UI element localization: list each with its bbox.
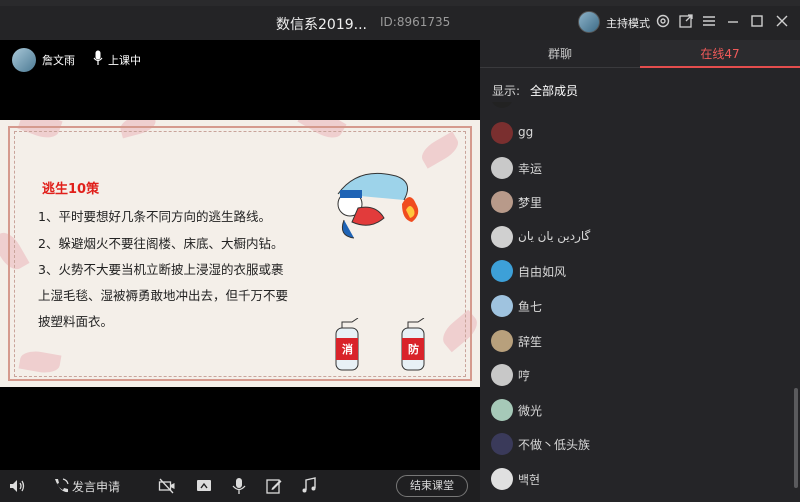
filter-value[interactable]: 全部成员 (530, 84, 578, 98)
speak-request-button[interactable]: 发言申请 (72, 478, 120, 495)
member-name: 微光 (518, 403, 543, 418)
microphone-icon[interactable] (230, 477, 248, 495)
member-filter[interactable]: 显示: 全部成员 (492, 82, 578, 99)
maximize-icon[interactable] (748, 13, 766, 31)
member-list-scrollbar[interactable] (794, 388, 798, 488)
slide-title: 逃生10策 (42, 182, 100, 197)
member-name: 鱼七 (518, 300, 543, 314)
microphone-icon (93, 50, 103, 65)
host-mode-label[interactable]: 主持模式 (606, 15, 650, 31)
member-name: 自由如风 (518, 265, 567, 280)
list-item[interactable]: 梦里 (480, 185, 794, 219)
member-avatar (491, 260, 513, 283)
tab-group-chat[interactable]: 群聊 (480, 40, 640, 68)
edit-icon[interactable] (265, 477, 283, 495)
slide-line: 2、躲避烟火不要往阁楼、床底、大橱内钻。 (38, 236, 284, 251)
phone-icon[interactable] (52, 477, 70, 495)
list-item[interactable]: 辞笙 (480, 324, 794, 358)
window-title: 数信系2019... (276, 17, 367, 33)
extinguisher-label: 防 (408, 343, 419, 356)
presentation-slide: 逃生10策 1、平时要想好几条不同方向的逃生路线。 2、躲避烟火不要往阁楼、床底… (0, 120, 480, 387)
settings-icon[interactable] (654, 13, 672, 31)
screen-share-icon[interactable] (195, 477, 213, 495)
extinguisher-label: 消 (342, 343, 353, 356)
member-avatar (491, 398, 513, 421)
close-icon[interactable] (773, 13, 791, 31)
title-bar: 数信系2019... ID:8961735 主持模式 (0, 6, 800, 40)
volume-icon[interactable] (8, 477, 26, 495)
member-avatar (491, 468, 513, 490)
teacher-avatar (12, 48, 36, 72)
member-avatar (491, 295, 513, 317)
list-item[interactable] (480, 102, 794, 114)
list-item[interactable]: 不做丶低头族 (480, 427, 794, 461)
list-item[interactable]: 哼 (480, 358, 794, 392)
room-id: ID:8961735 (380, 15, 451, 29)
list-item[interactable]: گاردین یان یان (480, 220, 794, 254)
member-avatar (491, 156, 513, 179)
member-avatar (491, 433, 513, 456)
slide-line: 披塑料面衣。 (38, 314, 114, 329)
member-name: 不做丶低头族 (518, 438, 591, 453)
member-name: 辞笙 (518, 334, 543, 349)
member-avatar (491, 191, 513, 214)
list-item[interactable]: 백현 (480, 462, 794, 496)
minimize-icon[interactable] (724, 13, 742, 31)
list-item[interactable]: 自由如风 (480, 254, 794, 288)
popout-icon[interactable] (677, 13, 695, 31)
member-avatar (491, 225, 513, 248)
member-avatar (491, 102, 513, 108)
class-status: 上课中 (108, 54, 141, 67)
list-item[interactable]: gg (480, 116, 794, 150)
member-list: gg 幸运梦里 گاردین یان یان 自由如风鱼七辞笙哼微光不做丶低头族 백현 (480, 102, 794, 502)
list-item[interactable]: 鱼七 (480, 289, 794, 323)
video-area: 詹文雨 上课中 逃生10策 1、平时要想好几条不同方向的逃生路线。 2、躲避烟火… (0, 40, 480, 470)
firefighter-illustration (337, 172, 419, 239)
member-name: 梦里 (518, 196, 543, 211)
host-avatar[interactable] (578, 11, 600, 33)
classroom-window: 数信系2019... ID:8961735 主持模式 詹文雨 上课中 逃生10策… (0, 0, 800, 502)
end-class-button[interactable]: 结束课堂 (396, 475, 468, 497)
tab-online[interactable]: 在线47 (640, 40, 800, 68)
member-avatar (491, 122, 513, 144)
slide-line: 1、平时要想好几条不同方向的逃生路线。 (38, 209, 271, 224)
slide-line: 上湿毛毯、湿被褥勇敢地冲出去，但千万不要 (38, 288, 289, 303)
member-name: گاردین یان یان (518, 228, 591, 243)
camera-off-icon[interactable] (158, 477, 176, 495)
side-panel: 群聊 在线47 显示: 全部成员 gg 幸运梦里 گاردین یان یان 自由如风… (480, 40, 800, 502)
filter-label: 显示: (492, 84, 521, 98)
member-name: 幸运 (518, 161, 543, 176)
slide-line: 3、火势不大要当机立断披上浸湿的衣服或裹 (38, 262, 284, 277)
music-icon[interactable] (300, 477, 318, 495)
list-item[interactable]: 幸运 (480, 151, 794, 185)
bottom-toolbar: 发言申请 结束课堂 (0, 470, 480, 502)
member-name: gg (518, 125, 534, 139)
teacher-name: 詹文雨 (42, 54, 75, 67)
member-name: 백현 (518, 473, 541, 487)
menu-icon[interactable] (700, 13, 718, 31)
list-item[interactable]: 微光 (480, 393, 794, 427)
panel-tabs: 群聊 在线47 (480, 40, 800, 68)
member-avatar (491, 329, 513, 352)
member-avatar (491, 364, 513, 387)
member-name: 哼 (518, 369, 531, 384)
